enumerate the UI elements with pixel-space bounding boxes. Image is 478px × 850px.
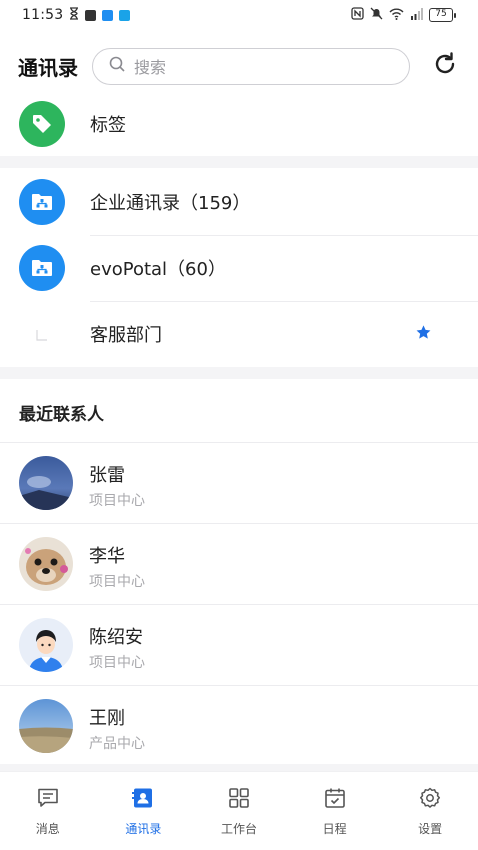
search-placeholder: 搜索 (134, 58, 167, 77)
nav-label: 消息 (35, 822, 60, 836)
tag-icon (19, 101, 65, 147)
department-label: 客服部门 (90, 325, 162, 346)
notification-app-icon (85, 9, 97, 21)
contact-department: 项目中心 (89, 655, 145, 671)
tags-row[interactable]: 标签 (0, 100, 478, 148)
header: 通讯录 搜索 (0, 42, 478, 90)
status-bar: 11:53 75 (0, 0, 478, 30)
message-icon (36, 786, 60, 814)
org-folder-icon (19, 179, 65, 225)
nav-label: 日程 (322, 822, 347, 836)
mute-icon (370, 7, 383, 23)
evopotal-row[interactable]: evoPotal（60） (0, 244, 478, 292)
nav-label: 设置 (418, 822, 443, 836)
avatar (19, 537, 73, 591)
org-directory-label: 企业通讯录（159） (90, 193, 251, 214)
settings-icon (418, 786, 442, 814)
contact-name: 李华 (89, 546, 125, 567)
contacts-icon (131, 786, 155, 814)
nav-workbench[interactable]: 工作台 (191, 772, 287, 850)
battery-level: 75 (429, 8, 453, 22)
nav-schedule[interactable]: 日程 (287, 772, 383, 850)
avatar (19, 699, 73, 753)
nfc-icon (351, 7, 364, 23)
department-row[interactable]: 客服部门 (0, 310, 478, 358)
signal-icon (410, 7, 423, 23)
star-icon[interactable] (415, 324, 432, 345)
contact-row[interactable]: 王刚 产品中心 (0, 686, 478, 766)
grid-icon (227, 786, 251, 814)
wifi-icon (389, 8, 404, 23)
nav-contacts[interactable]: 通讯录 (96, 772, 192, 850)
search-icon (109, 56, 126, 77)
contact-row[interactable]: 张雷 项目中心 (0, 443, 478, 523)
row-divider (90, 235, 478, 236)
refresh-icon (432, 51, 458, 81)
contact-department: 项目中心 (89, 574, 145, 590)
section-divider (0, 764, 478, 771)
status-time: 11:53 (22, 7, 64, 23)
contact-department: 项目中心 (89, 493, 145, 509)
nav-settings[interactable]: 设置 (382, 772, 478, 850)
avatar (19, 456, 73, 510)
avatar (19, 618, 73, 672)
contact-row[interactable]: 李华 项目中心 (0, 524, 478, 604)
org-directory-row[interactable]: 企业通讯录（159） (0, 178, 478, 226)
tags-label: 标签 (90, 115, 126, 136)
section-divider (0, 156, 478, 168)
recent-contacts-title: 最近联系人 (19, 405, 104, 425)
contact-row[interactable]: 陈绍安 项目中心 (0, 605, 478, 685)
department-icon (19, 311, 65, 357)
nav-label: 通讯录 (125, 822, 162, 836)
hourglass-icon (69, 6, 79, 24)
evopotal-label: evoPotal（60） (90, 259, 226, 280)
row-divider (90, 301, 478, 302)
search-input[interactable]: 搜索 (92, 47, 410, 85)
contact-name: 陈绍安 (89, 627, 143, 648)
notification-app-icon (102, 9, 114, 21)
battery-icon: 75 (429, 8, 456, 22)
section-divider (0, 367, 478, 379)
notification-app-icon (119, 9, 131, 21)
refresh-button[interactable] (430, 51, 460, 81)
calendar-icon (323, 786, 347, 814)
contact-department: 产品中心 (89, 736, 145, 752)
bottom-nav: 消息 通讯录 工作台 日程 设置 (0, 771, 478, 850)
contact-name: 王刚 (89, 708, 125, 729)
nav-label: 工作台 (220, 822, 257, 836)
contact-name: 张雷 (89, 465, 125, 486)
nav-messages[interactable]: 消息 (0, 772, 96, 850)
org-folder-icon (19, 245, 65, 291)
page-title: 通讯录 (18, 55, 78, 80)
